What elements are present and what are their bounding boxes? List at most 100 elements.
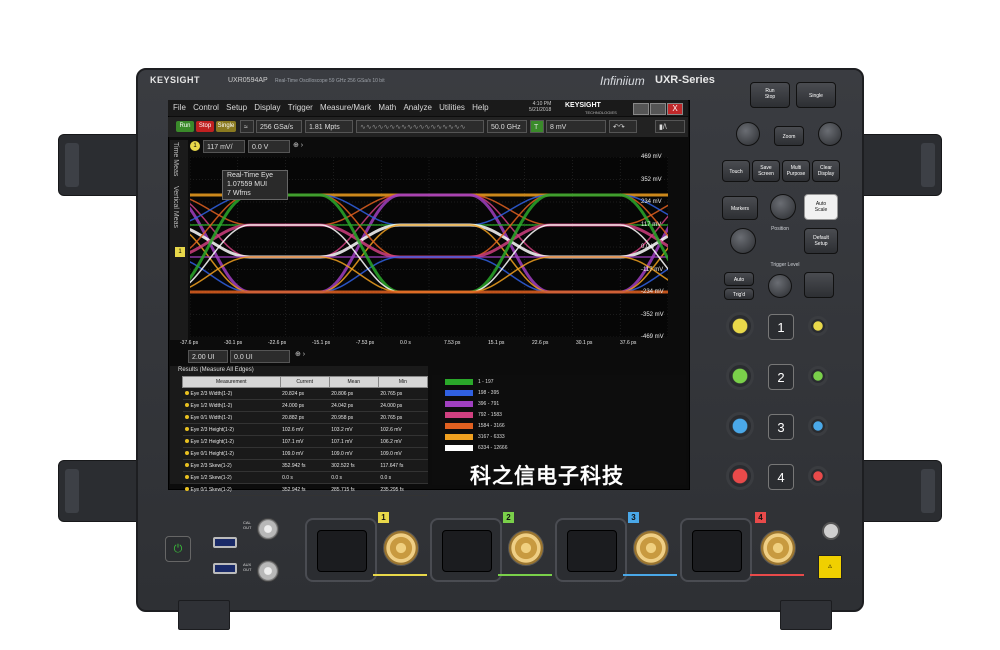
maximize-button[interactable]	[650, 103, 666, 115]
ground-terminal[interactable]	[822, 522, 840, 540]
waveform-overview[interactable]: ∿∿∿∿∿∿∿∿∿∿∿∿∿∿∿∿∿∿	[356, 120, 484, 133]
marker-knob[interactable]	[770, 194, 796, 220]
run-button[interactable]: Run	[176, 121, 194, 132]
channel-1-scale-knob[interactable]	[726, 312, 754, 340]
table-row[interactable]: Eye 1/2 Width(1-2) 24.000 ps 24.042 ps 24.0…	[182, 399, 428, 412]
trigger-source-keys[interactable]	[804, 272, 834, 298]
measurement-min: 117.647 fs	[378, 459, 428, 472]
channel-4-offset-knob[interactable]	[808, 466, 828, 486]
horizontal-knob[interactable]	[736, 122, 760, 146]
table-row[interactable]: Eye 1/2 Skew(1-2) 0.0 s 0.0 s 0.0 s	[182, 471, 428, 484]
legend-swatch	[445, 434, 473, 440]
minimize-button[interactable]	[633, 103, 649, 115]
clear-display-key[interactable]: Clear Display	[812, 160, 840, 182]
channel-1-button[interactable]: 1	[768, 314, 794, 340]
auto-scale-key[interactable]: Auto Scale	[804, 194, 838, 220]
menu-help[interactable]: Help	[472, 100, 488, 116]
x-tick-label: -37.6 ps	[180, 340, 199, 346]
zoom-key[interactable]: Zoom	[774, 126, 804, 146]
auto-trigger-key[interactable]: Auto	[724, 272, 754, 286]
trigger-level-knob[interactable]	[768, 274, 792, 298]
menu-file[interactable]: File	[173, 100, 186, 116]
bandwidth[interactable]: 50.0 GHz	[487, 120, 527, 133]
single-button[interactable]: Single	[216, 121, 236, 132]
trigd-key[interactable]: Trig'd	[724, 288, 754, 300]
col-mean[interactable]: Mean	[328, 376, 379, 388]
default-setup-key[interactable]: Default Setup	[804, 228, 838, 254]
channel-2-bnc-connector[interactable]	[508, 530, 544, 566]
channel-4-button[interactable]: 4	[768, 464, 794, 490]
channel-2-offset-knob[interactable]	[808, 366, 828, 386]
channel-3-bnc-connector[interactable]	[633, 530, 669, 566]
channel-2-button[interactable]: 2	[768, 364, 794, 390]
channel-2-scale-knob[interactable]	[726, 362, 754, 390]
close-button[interactable]: X	[667, 103, 683, 115]
menu-display[interactable]: Display	[254, 100, 280, 116]
sample-rate[interactable]: 256 GSa/s	[256, 120, 302, 133]
trigger-level[interactable]: 8 mV	[546, 120, 606, 133]
menu-analyze[interactable]: Analyze	[403, 100, 431, 116]
memory-depth[interactable]: 1.81 Mpts	[305, 120, 353, 133]
x-tick-label: 37.6 ps	[620, 340, 637, 346]
table-row[interactable]: Eye 1/2 Height(1-2) 107.1 mV 107.1 mV 106.2…	[182, 435, 428, 448]
undo-redo-icon[interactable]: ↶↷	[609, 120, 637, 133]
vertical-scale[interactable]: 117 mV/	[203, 140, 245, 153]
channel-controls-icon[interactable]: ⊕ ›	[293, 141, 303, 149]
horizontal-scale[interactable]: 2.00 UI	[188, 350, 228, 363]
cal-out-connector[interactable]	[257, 518, 279, 540]
run-stop-key[interactable]: Run Stop	[750, 82, 790, 108]
col-measurement[interactable]: Measurement	[182, 376, 281, 388]
multi-purpose-key[interactable]: Multi Purpose	[782, 160, 810, 182]
save-screen-key[interactable]: Save Screen	[752, 160, 780, 182]
position-knob[interactable]	[730, 228, 756, 254]
menu-trigger[interactable]: Trigger	[288, 100, 313, 116]
probe-interface-3[interactable]	[555, 518, 627, 582]
channel-1-offset-knob[interactable]	[808, 316, 828, 336]
probe-interface-4[interactable]	[680, 518, 752, 582]
menu-setup[interactable]: Setup	[226, 100, 247, 116]
horizontal-position-knob[interactable]	[818, 122, 842, 146]
table-row[interactable]: Eye 2/3 Height(1-2) 102.6 mV 103.2 mV 102.6…	[182, 423, 428, 436]
probe-interface-2[interactable]	[430, 518, 502, 582]
channel-4-bnc-connector[interactable]	[760, 530, 796, 566]
trigger-source-icon[interactable]: T	[530, 120, 544, 133]
col-current[interactable]: Current	[279, 376, 330, 388]
markers-key[interactable]: Markers	[722, 196, 758, 220]
channel-1-bnc-connector[interactable]	[383, 530, 419, 566]
stop-button[interactable]: Stop	[196, 121, 214, 132]
table-row[interactable]: Eye 0/1 Height(1-2) 109.0 mV 109.0 mV 109.0…	[182, 447, 428, 460]
channel-3-scale-knob[interactable]	[726, 412, 754, 440]
menu-control[interactable]: Control	[193, 100, 219, 116]
tab-time-meas[interactable]: Time Meas	[172, 142, 179, 176]
legend-swatch	[445, 390, 473, 396]
measurement-current: 20.882 ps	[280, 411, 330, 424]
channel-1-badge[interactable]: 1	[190, 141, 200, 151]
usb-port-2[interactable]	[213, 563, 237, 574]
y-tick-label: -117 mV	[641, 266, 664, 273]
measure-icon[interactable]: ▮/\	[655, 120, 685, 133]
single-key[interactable]: Single	[796, 82, 836, 108]
channel-3-offset-knob[interactable]	[808, 416, 828, 436]
menu-measure-mark[interactable]: Measure/Mark	[320, 100, 371, 116]
usb-port-1[interactable]	[213, 537, 237, 548]
channel-1-ground-marker[interactable]: 1	[175, 247, 185, 257]
tab-vertical-meas[interactable]: Vertical Meas	[172, 186, 179, 228]
menu-utilities[interactable]: Utilities	[439, 100, 465, 116]
channel-4-scale-knob[interactable]	[726, 462, 754, 490]
table-row[interactable]: Eye 2/3 Skew(1-2) 352.942 fs 302.522 fs 117…	[182, 459, 428, 472]
acquire-icon[interactable]: ≈	[240, 120, 254, 133]
menu-math[interactable]: Math	[378, 100, 396, 116]
table-row[interactable]: Eye 0/1 Skew(1-2) 352.942 fs 285.715 fs 235…	[182, 483, 428, 496]
power-button[interactable]: ⏻	[165, 536, 191, 562]
horizontal-controls-icon[interactable]: ⊕ ›	[295, 350, 305, 358]
probe-interface-1[interactable]	[305, 518, 377, 582]
col-min[interactable]: Min	[377, 376, 429, 388]
table-row[interactable]: Eye 2/3 Width(1-2) 20.824 ps 20.806 ps 20.7…	[182, 387, 428, 400]
table-row[interactable]: Eye 0/1 Width(1-2) 20.882 ps 20.958 ps 20.7…	[182, 411, 428, 424]
aux-out-connector[interactable]	[257, 560, 279, 582]
vertical-offset[interactable]: 0.0 V	[248, 140, 290, 153]
touch-key[interactable]: Touch	[722, 160, 750, 182]
foot-left	[178, 600, 230, 630]
horizontal-position[interactable]: 0.0 UI	[230, 350, 290, 363]
channel-3-button[interactable]: 3	[768, 414, 794, 440]
